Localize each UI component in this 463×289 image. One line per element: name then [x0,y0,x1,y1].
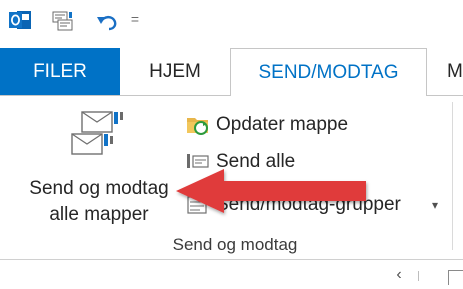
send-all-icon [187,154,209,168]
big-button-label-line1: Send og modtag [29,178,169,199]
send-receive-groups-button[interactable]: Send/modtag-grupper ▾ [186,188,463,222]
lower-strip: ‹ [0,260,463,289]
send-receive-all-folders-button[interactable]: Send og modtag alle mapper [6,100,192,230]
update-folder-label: Opdater mappe [216,114,349,135]
tab-send-receive[interactable]: SEND/MODTAG [230,48,427,96]
big-button-label-line2: alle mapper [49,204,149,225]
tab-next-partial[interactable]: M [447,48,463,96]
tab-file[interactable]: FILER [0,48,120,96]
undo-icon[interactable] [95,11,121,33]
send-receive-groups-icon [187,196,207,214]
quick-access-toolbar: = [0,0,463,48]
send-all-label: Send alle [216,151,296,172]
ribbon-panel: Send og modtag alle mapper Opdater mappe… [0,96,463,260]
send-receive-all-folders-label: Send og modtag alle mapper [6,176,192,228]
send-receive-groups-label: Send/modtag-grupper [216,194,401,215]
update-folder-button[interactable]: Opdater mappe [186,108,426,142]
send-all-button[interactable]: Send alle [186,145,386,179]
outlook-ribbon-window: = FILER HJEM SEND/MODTAG M Send og modta… [0,0,463,289]
update-folder-icon [187,118,208,135]
customize-toolbar-icon[interactable]: = [127,11,143,27]
send-receive-all-folders-icon [71,111,123,155]
lower-separator [418,271,419,281]
ribbon-tabs: FILER HJEM SEND/MODTAG M [0,48,463,96]
group-label-send-receive: Send og modtag [172,235,298,254]
send-receive-all-icon[interactable] [50,9,76,33]
panel-edge [448,270,463,285]
outlook-icon [9,11,31,29]
group-separator [452,102,453,250]
chevron-down-icon[interactable]: ▾ [432,188,438,222]
tab-home[interactable]: HJEM [135,48,215,96]
collapse-icon[interactable]: ‹ [391,266,407,284]
